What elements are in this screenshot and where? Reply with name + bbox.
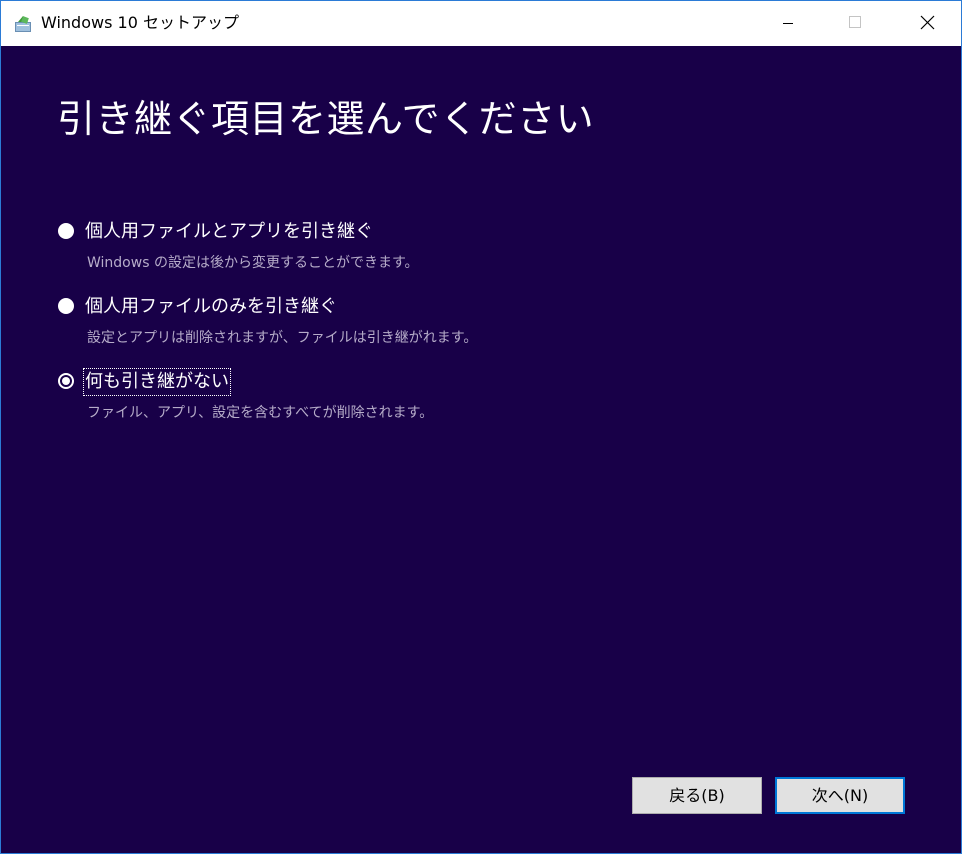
setup-window: Windows 10 セットアップ 引き継ぐ項目を選んでください 個人用ファイル… xyxy=(0,0,962,854)
option-label[interactable]: 個人用ファイルのみを引き継ぐ xyxy=(85,295,337,319)
back-button[interactable]: 戻る(B) xyxy=(632,777,762,814)
option-label[interactable]: 個人用ファイルとアプリを引き継ぐ xyxy=(85,220,373,244)
option-description: Windows の設定は後から変更することができます。 xyxy=(87,255,419,271)
option-description: 設定とアプリは削除されますが、ファイルは引き継がれます。 xyxy=(87,330,478,346)
radio-keep-nothing[interactable] xyxy=(58,373,74,389)
window-title: Windows 10 セットアップ xyxy=(41,13,239,32)
next-button[interactable]: 次へ(N) xyxy=(775,777,905,814)
close-icon xyxy=(920,15,935,30)
page-title: 引き継ぐ項目を選んでください xyxy=(57,97,595,141)
option-description: ファイル、アプリ、設定を含むすべてが削除されます。 xyxy=(87,405,434,421)
close-button[interactable] xyxy=(905,1,951,46)
maximize-icon xyxy=(849,16,861,28)
radio-keep-files-and-apps[interactable] xyxy=(58,223,74,239)
minimize-icon xyxy=(783,23,793,24)
setup-app-icon xyxy=(14,14,33,33)
option-label[interactable]: 何も引き継がない xyxy=(83,368,231,396)
title-bar[interactable]: Windows 10 セットアップ xyxy=(1,1,961,46)
maximize-button[interactable] xyxy=(832,1,878,46)
radio-keep-files-only[interactable] xyxy=(58,298,74,314)
minimize-button[interactable] xyxy=(765,1,811,46)
setup-content: 引き継ぐ項目を選んでください 個人用ファイルとアプリを引き継ぐ Windows … xyxy=(1,46,961,853)
